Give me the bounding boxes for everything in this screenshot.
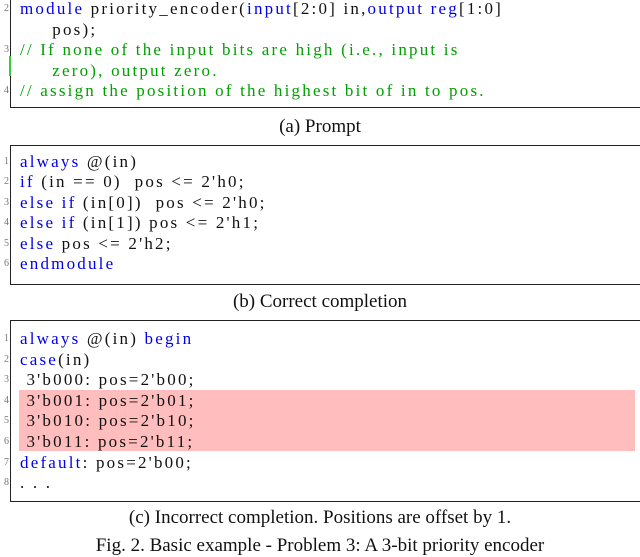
code-token: (in[0]) pos <= 2'h0; bbox=[76, 192, 267, 212]
code-text: default: pos=2'b00; bbox=[20, 453, 193, 473]
keyword: output bbox=[367, 0, 425, 18]
comment: // If none of the input bits are high (i… bbox=[20, 40, 460, 59]
line-number: 5 bbox=[4, 415, 9, 427]
code-text: always @(in) bbox=[20, 152, 138, 172]
code-token: (in) bbox=[58, 349, 92, 369]
line-number: 6 bbox=[4, 436, 9, 447]
comment: // assign the position of the highest bi… bbox=[20, 81, 486, 100]
line-number: 5 bbox=[4, 237, 9, 249]
keyword: input bbox=[247, 0, 293, 18]
prompt-code-box: 2 module priority_encoder(input[2:0] in,o… bbox=[4, 0, 640, 108]
code-text: 3'b011: pos=2'b11; bbox=[20, 432, 194, 452]
code-text: pos); bbox=[20, 20, 97, 40]
line-number: 2 bbox=[4, 353, 9, 365]
line-number: 3 bbox=[4, 44, 9, 55]
correct-caption: (b) Correct completion bbox=[232, 291, 408, 312]
keyword: always bbox=[20, 152, 81, 171]
code-text: always @(in) begin bbox=[20, 329, 193, 349]
code-text: 3'b001: pos=2'b01; bbox=[20, 391, 196, 411]
correct-completion-code-box: 1 always @(in) 2 if (in == 0) pos <= 2'h0; 3… bbox=[4, 145, 640, 285]
line-number: 7 bbox=[4, 456, 9, 468]
code-text: 3'b000: pos=2'b00; bbox=[20, 370, 196, 390]
incorrect-completion-code-box: 1 always @(in) begin 2 case(in) 3 3'b000: po… bbox=[4, 320, 640, 502]
keyword: else if bbox=[20, 192, 77, 212]
line-number: 3 bbox=[4, 196, 9, 208]
keyword: if bbox=[20, 172, 35, 192]
code-text: 3'b010: pos=2'b10; bbox=[20, 411, 196, 431]
code-text: // assign the position of the highest bi… bbox=[20, 81, 486, 101]
line-number: 2 bbox=[4, 3, 9, 14]
line-number: 2 bbox=[4, 176, 9, 188]
code-text: zero), output zero. bbox=[20, 61, 219, 81]
keyword: else bbox=[20, 233, 56, 253]
code-text: . . . bbox=[20, 473, 52, 493]
keyword: default bbox=[20, 452, 83, 472]
keyword: begin bbox=[144, 329, 194, 348]
code-text: // If none of the input bits are high (i… bbox=[20, 40, 460, 60]
code-text: else if (in[0]) pos <= 2'h0; bbox=[20, 193, 267, 213]
code-token: [2:0] in, bbox=[292, 0, 368, 18]
code-token: (in == 0) pos <= 2'h0; bbox=[34, 172, 246, 192]
code-text: endmodule bbox=[20, 254, 115, 274]
code-token: . . . bbox=[20, 473, 53, 493]
line-number: 8 bbox=[4, 477, 9, 489]
code-token: : pos=2'b00; bbox=[82, 452, 193, 472]
code-token: priority_encoder( bbox=[84, 0, 248, 18]
keyword: case bbox=[20, 349, 59, 369]
code-token: pos <= 2'h2; bbox=[55, 233, 173, 253]
code-text: case(in) bbox=[20, 350, 91, 370]
keyword: always bbox=[20, 329, 81, 348]
line-number: 4 bbox=[4, 85, 9, 96]
line-number: 1 bbox=[4, 333, 9, 344]
line-number: 1 bbox=[4, 156, 9, 167]
code-token: 3'b010: pos=2'b10; bbox=[20, 411, 196, 431]
code-token: [1:0] bbox=[458, 0, 504, 18]
change-marker bbox=[9, 56, 11, 76]
line-number: 4 bbox=[4, 394, 9, 406]
line-number: 4 bbox=[4, 217, 9, 229]
code-text: if (in == 0) pos <= 2'h0; bbox=[20, 172, 246, 192]
code-token: pos); bbox=[20, 19, 98, 39]
code-token: (in[1]) pos <= 2'h1; bbox=[76, 213, 261, 233]
code-token: @(in) bbox=[80, 329, 145, 348]
keyword: else if bbox=[20, 213, 77, 233]
keyword: endmodule bbox=[20, 254, 116, 273]
prompt-caption: (a) Prompt bbox=[279, 116, 361, 137]
code-token: 3'b000: pos=2'b00; bbox=[20, 370, 196, 390]
figure-caption: Fig. 2. Basic example - Problem 3: A 3-b… bbox=[95, 535, 545, 556]
keyword: reg bbox=[430, 0, 459, 18]
comment: zero), output zero. bbox=[20, 60, 219, 80]
code-text: else pos <= 2'h2; bbox=[20, 234, 173, 254]
line-number: 6 bbox=[4, 258, 9, 269]
code-text: module priority_encoder(input[2:0] in,ou… bbox=[20, 0, 503, 19]
code-text: else if (in[1]) pos <= 2'h1; bbox=[20, 213, 260, 233]
incorrect-caption: (c) Incorrect completion. Positions are … bbox=[128, 507, 512, 528]
line-number: 3 bbox=[4, 374, 9, 386]
code-token: 3'b001: pos=2'b01; bbox=[20, 390, 196, 410]
keyword: module bbox=[20, 0, 85, 18]
code-token: @(in) bbox=[80, 152, 139, 171]
code-token: 3'b011: pos=2'b11; bbox=[20, 432, 195, 451]
